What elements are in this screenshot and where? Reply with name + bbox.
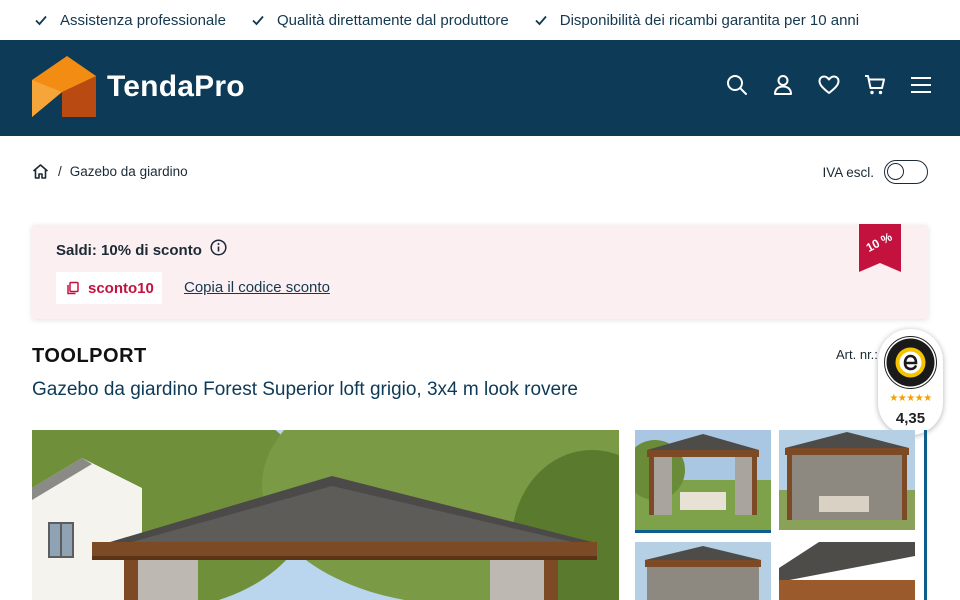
vat-toggle[interactable]: [884, 160, 928, 184]
main-product-image[interactable]: [32, 430, 619, 600]
thumbnail-image: [779, 542, 915, 600]
thumbnail-3[interactable]: [635, 542, 771, 600]
vat-toggle-group: IVA escl.: [822, 160, 928, 184]
thumbnail-image: [779, 430, 915, 530]
heart-icon: [818, 75, 840, 94]
home-icon[interactable]: [32, 163, 49, 180]
copy-icon: [67, 281, 79, 295]
logo-mark-icon: [32, 56, 96, 117]
thumbnail-4[interactable]: [779, 542, 915, 600]
usp-item: Qualità direttamente dal produttore: [251, 12, 509, 29]
trusted-shops-seal-icon: [884, 336, 937, 389]
discount-code-chip[interactable]: sconto10: [56, 272, 162, 304]
search-button[interactable]: [724, 72, 750, 98]
site-logo[interactable]: TendaPro: [32, 56, 245, 117]
info-icon[interactable]: [210, 239, 227, 256]
menu-button[interactable]: [908, 72, 934, 98]
copy-code-link[interactable]: Copia il codice sconto: [184, 279, 330, 296]
promo-title: Saldi: 10% di sconto: [56, 239, 227, 259]
usp-item: Disponibilità dei ricambi garantita per …: [534, 12, 859, 29]
breadcrumb: / Gazebo da giardino: [32, 163, 188, 180]
usp-label: Qualità direttamente dal produttore: [276, 11, 509, 29]
search-icon: [727, 75, 747, 95]
site-header: TendaPro: [0, 40, 960, 136]
thumbnail-1[interactable]: [635, 430, 771, 533]
product-title: Gazebo da giardino Forest Superior loft …: [32, 379, 578, 400]
discount-code: sconto10: [88, 279, 154, 297]
discount-ribbon: 10 %: [859, 224, 901, 272]
article-number-label: Art. nr.:: [836, 347, 878, 362]
thumbnail-2[interactable]: [779, 430, 915, 533]
thumbnail-image: [635, 542, 771, 600]
cart-button[interactable]: [862, 72, 888, 98]
brand-text: TOOLPORT: [32, 344, 147, 367]
thumbnail-gallery: [635, 430, 928, 600]
logo-text: TendaPro: [107, 69, 245, 103]
header-actions: [704, 72, 934, 98]
rating-score: 4,35: [895, 410, 926, 427]
wishlist-button[interactable]: [816, 72, 842, 98]
account-button[interactable]: [770, 72, 796, 98]
check-icon: [35, 15, 47, 26]
menu-icon: [911, 77, 931, 93]
user-icon: [774, 75, 792, 95]
vat-toggle-label: IVA escl.: [822, 164, 874, 180]
product-brand-logo[interactable]: TOOLPORT: [32, 345, 147, 367]
usp-item: Assistenza professionale: [34, 12, 226, 29]
usp-bar: Assistenza professionale Qualità diretta…: [0, 0, 960, 40]
breadcrumb-separator: /: [58, 164, 62, 179]
check-icon: [252, 15, 264, 26]
usp-label: Assistenza professionale: [60, 11, 226, 29]
cart-icon: [865, 75, 885, 95]
rating-stars: ★★★★★: [889, 393, 932, 404]
thumbnail-scrollbar[interactable]: [924, 430, 927, 600]
trusted-shops-badge[interactable]: ★★★★★ 4,35: [878, 329, 943, 435]
thumbnail-image: [635, 430, 771, 530]
promo-banner: Saldi: 10% di sconto sconto10 Copia il c…: [32, 224, 928, 319]
check-icon: [535, 15, 547, 26]
usp-label: Disponibilità dei ricambi garantita per …: [559, 11, 860, 29]
gazebo-photo: [32, 430, 619, 600]
promo-title-text: Saldi: 10% di sconto: [56, 242, 202, 259]
toggle-knob: [887, 163, 904, 180]
breadcrumb-item[interactable]: Gazebo da giardino: [70, 164, 188, 179]
